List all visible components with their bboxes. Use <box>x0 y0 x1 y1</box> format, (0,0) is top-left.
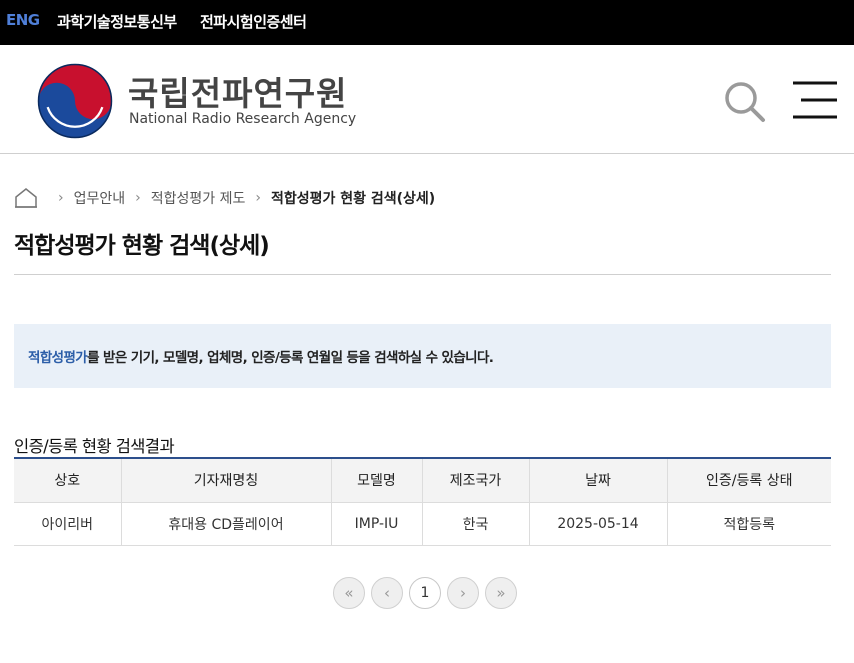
taeguk-logo-icon[interactable] <box>37 63 113 139</box>
column-header-status: 인증/등록 상태 <box>667 458 831 503</box>
breadcrumb-item-conformity-system[interactable]: 적합성평가 제도 <box>151 188 246 208</box>
table-header-row: 상호 기자재명칭 모델명 제조국가 날짜 인증/등록 상태 <box>14 458 831 503</box>
column-header-date: 날짜 <box>529 458 668 503</box>
breadcrumb: › 업무안내 › 적합성평가 제도 › 적합성평가 현황 검색(상세) <box>14 186 435 210</box>
info-text: 를 받은 기기, 모델명, 업체명, 인증/등록 연월일 등을 검색하실 수 있… <box>87 350 494 366</box>
cell-country: 한국 <box>422 502 530 546</box>
column-header-device-name: 기자재명칭 <box>121 458 332 503</box>
cell-date: 2025-05-14 <box>529 502 668 546</box>
cell-status: 적합등록 <box>667 502 831 546</box>
page-number-button[interactable]: 1 <box>409 577 441 609</box>
search-icon[interactable] <box>722 79 766 123</box>
column-header-country: 제조국가 <box>422 458 530 503</box>
hamburger-menu-icon[interactable] <box>791 80 839 120</box>
breadcrumb-separator-icon: › <box>58 190 64 206</box>
logo-text-english[interactable]: National Radio Research Agency <box>129 111 356 127</box>
title-divider <box>14 274 831 275</box>
rra-test-center-link[interactable]: 전파시험인증센터 <box>200 11 307 32</box>
next-page-button[interactable]: › <box>447 577 479 609</box>
breadcrumb-separator-icon: › <box>135 190 141 206</box>
cell-device-name: 휴대용 CD플레이어 <box>121 502 332 546</box>
home-icon[interactable] <box>14 187 38 209</box>
prev-page-button[interactable]: ‹ <box>371 577 403 609</box>
result-section-title: 인증/등록 현황 검색결과 <box>14 437 175 456</box>
info-highlight: 적합성평가 <box>28 350 88 366</box>
last-page-button[interactable]: » <box>485 577 517 609</box>
breadcrumb-item-business[interactable]: 업무안내 <box>74 188 126 208</box>
pagination: « ‹ 1 › » <box>333 577 517 610</box>
first-page-button[interactable]: « <box>333 577 365 609</box>
cell-company: 아이리버 <box>14 502 122 546</box>
site-header: 국립전파연구원 National Radio Research Agency <box>0 45 854 154</box>
column-header-model: 모델명 <box>331 458 423 503</box>
result-table: 상호 기자재명칭 모델명 제조국가 날짜 인증/등록 상태 아이리버 휴대용 C… <box>14 457 831 546</box>
msit-link[interactable]: 과학기술정보통신부 <box>57 11 177 32</box>
english-link[interactable]: ENG <box>6 11 40 29</box>
info-notice: 적합성평가 를 받은 기기, 모델명, 업체명, 인증/등록 연월일 등을 검색하… <box>14 324 831 388</box>
table-row[interactable]: 아이리버 휴대용 CD플레이어 IMP-IU 한국 2025-05-14 적합등… <box>14 502 831 546</box>
logo-text-korean[interactable]: 국립전파연구원 <box>128 67 348 115</box>
breadcrumb-separator-icon: › <box>255 190 261 206</box>
page-title: 적합성평가 현황 검색(상세) <box>14 233 270 259</box>
breadcrumb-item-current: 적합성평가 현황 검색(상세) <box>270 191 436 207</box>
column-header-company: 상호 <box>14 458 122 503</box>
top-utility-bar: ENG 과학기술정보통신부 전파시험인증센터 <box>0 0 854 45</box>
cell-model: IMP-IU <box>331 502 423 546</box>
